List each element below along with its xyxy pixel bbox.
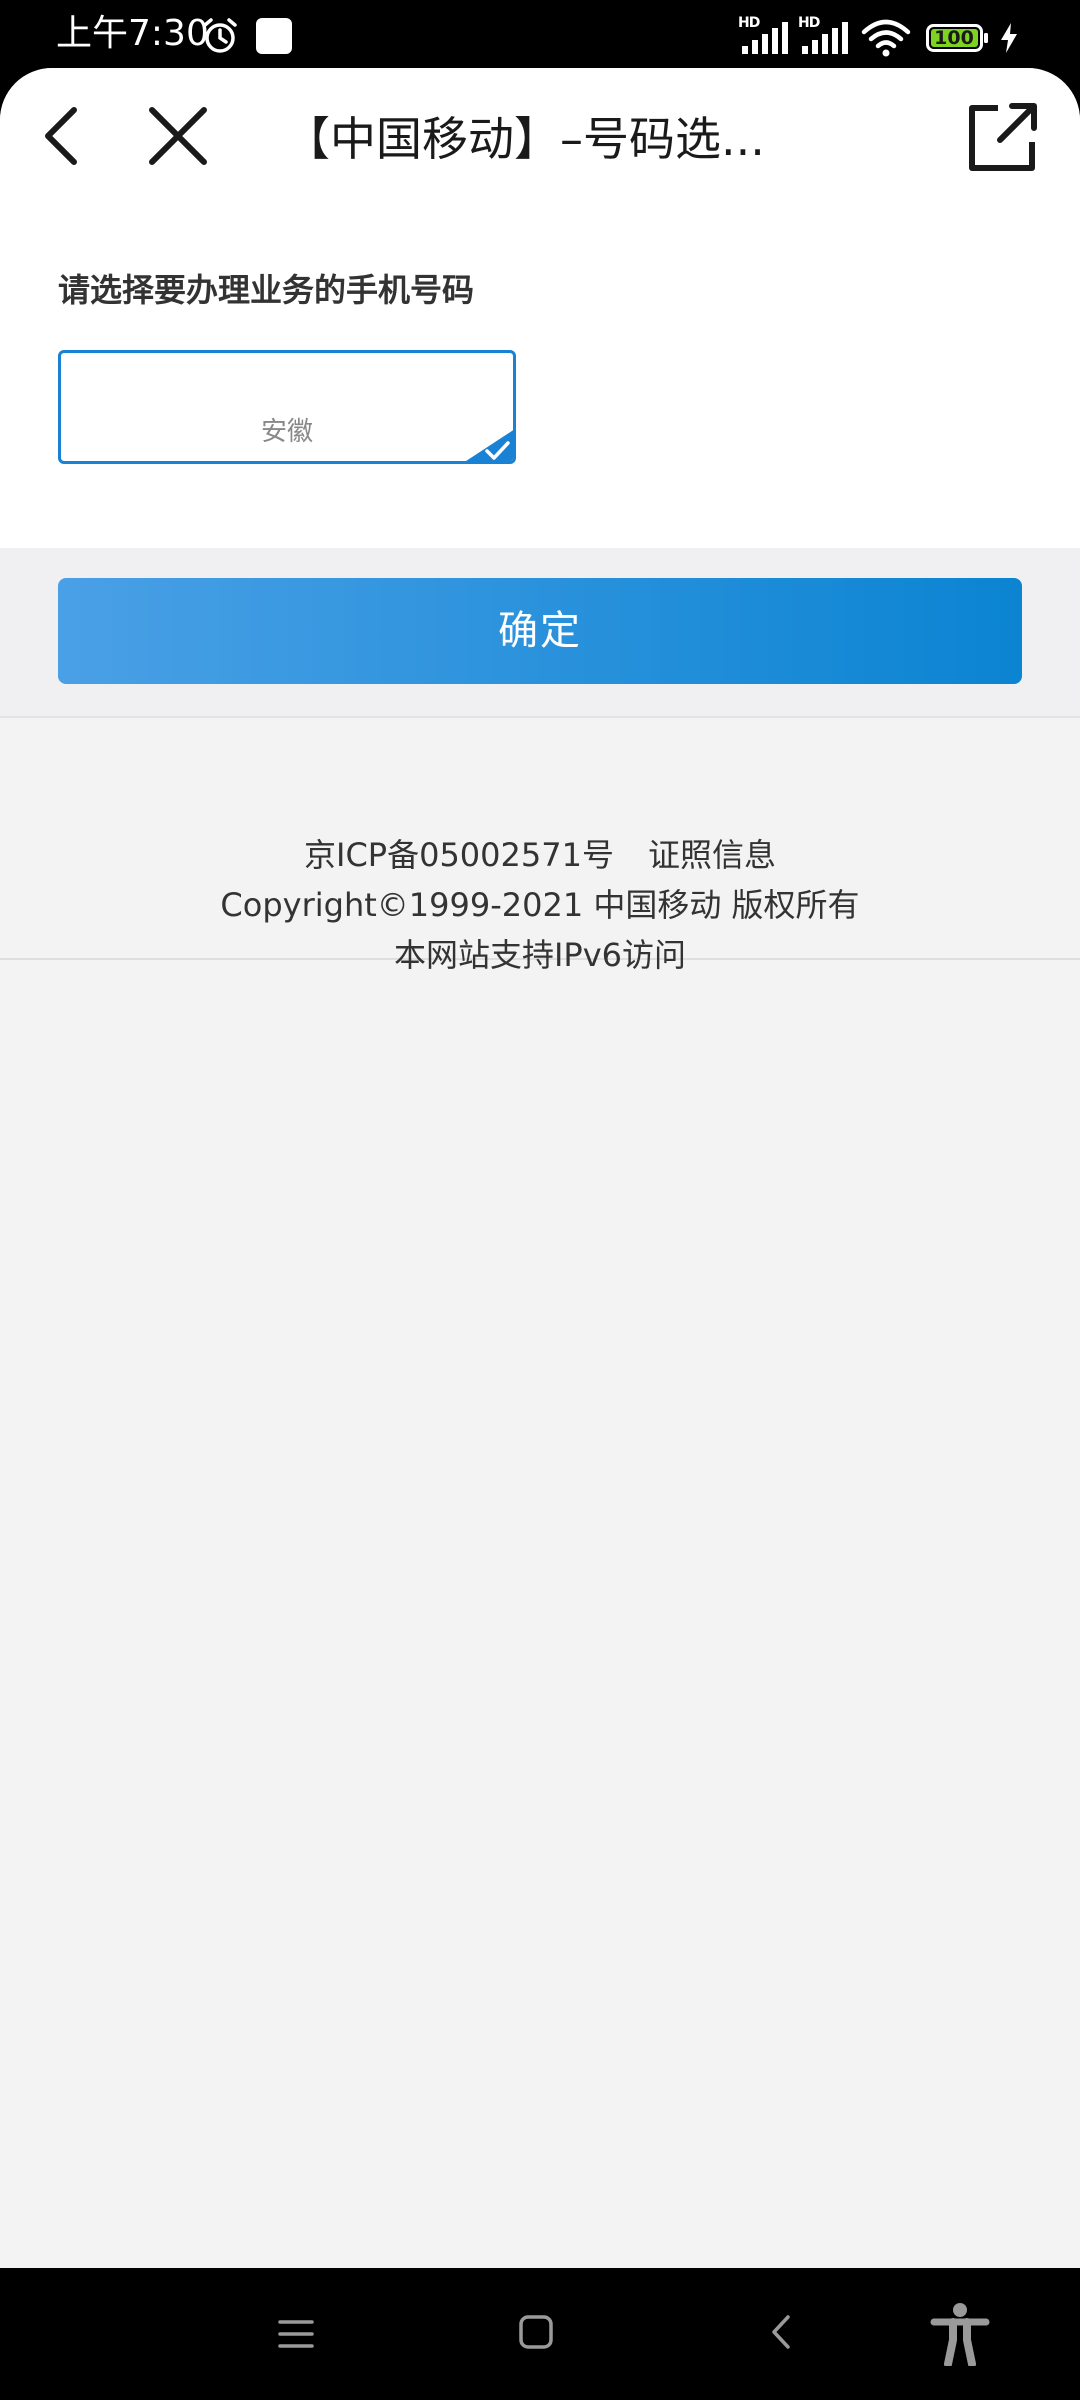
status-time: 上午7:30 [56, 13, 209, 54]
number-selection-section: 请选择要办理业务的手机号码 安徽 [0, 208, 1080, 548]
page-title: 【中国移动】–号码选... [284, 112, 765, 166]
icp-number: 京ICP备05002571号 [304, 836, 614, 874]
select-number-label: 请选择要办理业务的手机号码 [58, 271, 475, 309]
top-bar: 【中国移动】–号码选... [0, 68, 1080, 208]
battery-level: 100 [934, 27, 974, 49]
footer: 京ICP备05002571号 证照信息 Copyright©1999-2021 中… [0, 718, 1080, 974]
hd-label: HD [738, 15, 760, 31]
footer-icp-line: 京ICP备05002571号 证照信息 [0, 830, 1080, 880]
menu-icon[interactable] [276, 2314, 316, 2354]
signal-icon: HD [798, 16, 854, 56]
alarm-icon [203, 18, 237, 53]
phone-number-option[interactable]: 安徽 [58, 350, 516, 464]
checkmark-icon [466, 430, 513, 461]
signal-icon: HD [738, 16, 794, 56]
back-icon[interactable] [766, 2312, 796, 2352]
charging-icon [1001, 23, 1017, 53]
hd-label: HD [798, 15, 820, 31]
license-link[interactable]: 证照信息 [648, 836, 776, 874]
home-icon[interactable] [516, 2312, 556, 2352]
number-location: 安徽 [260, 417, 313, 447]
copyright-text: Copyright©1999-2021 中国移动 版权所有 [220, 886, 860, 924]
confirm-button[interactable]: 确定 [58, 578, 1022, 684]
wifi-icon [861, 19, 911, 57]
back-arrow-icon[interactable] [28, 100, 100, 172]
phone-screen: 上午7:30 HD HD 100 【中国移动】–号码选... 请选择要办理业务的… [0, 0, 1080, 2400]
browser-page: 【中国移动】–号码选... 请选择要办理业务的手机号码 安徽 确定 京ICP备0… [0, 68, 1080, 2268]
share-icon[interactable] [964, 100, 1044, 176]
status-bar: 上午7:30 HD HD 100 [0, 0, 1080, 68]
accessibility-icon[interactable] [930, 2302, 990, 2366]
system-nav-bar [0, 2268, 1080, 2400]
confirm-area: 确定 [0, 548, 1080, 718]
close-icon[interactable] [142, 100, 214, 172]
ipv6-text: 本网站支持IPv6访问 [393, 936, 687, 974]
notification-icon [256, 18, 292, 54]
